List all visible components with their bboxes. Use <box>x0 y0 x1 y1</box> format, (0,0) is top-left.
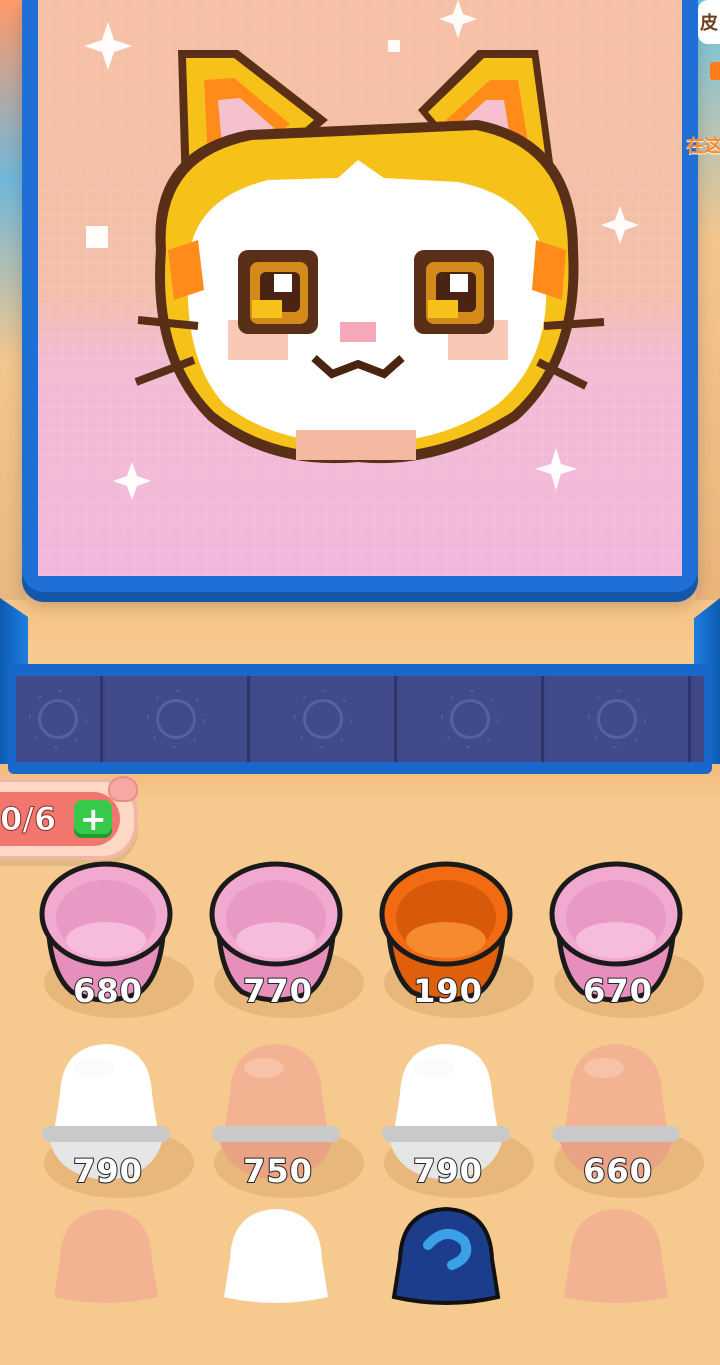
sun-icon <box>156 699 196 739</box>
bucket-capped: 790 <box>38 1040 194 1200</box>
pixel-art-canvas <box>38 0 682 576</box>
sun-icon <box>597 699 637 739</box>
bucket-grid: 680 770 190 670 790 750 790 660 <box>0 855 720 1305</box>
seashell-icon <box>108 776 138 802</box>
bucket-count: 190 <box>412 971 483 1011</box>
bucket-capped <box>208 1205 348 1365</box>
side-panel-indicator <box>710 62 720 80</box>
bucket-capped <box>38 1205 178 1365</box>
bucket-open[interactable]: 770 <box>208 860 364 1020</box>
conveyor-slot <box>546 676 691 762</box>
bucket-capped: 750 <box>208 1040 364 1200</box>
capacity-pill: 0/6 + <box>0 792 120 846</box>
bucket-open[interactable]: 670 <box>548 860 704 1020</box>
question-mark-bucket-icon <box>391 1206 501 1305</box>
cat-pixel-art <box>84 0 639 500</box>
bucket-open[interactable]: 680 <box>38 860 194 1020</box>
bucket-count: 770 <box>242 971 313 1011</box>
background-edge-right <box>696 0 720 600</box>
sun-icon <box>450 699 490 739</box>
add-capacity-button[interactable]: + <box>74 800 113 838</box>
bucket-count: 750 <box>242 1151 313 1191</box>
side-panel-badge[interactable]: 皮 <box>698 0 720 44</box>
conveyor-slot <box>105 676 250 762</box>
bucket-open[interactable]: 190 <box>378 860 534 1020</box>
bucket-count: 790 <box>72 1151 143 1191</box>
bucket-count: 660 <box>582 1151 653 1191</box>
bucket-mystery <box>378 1205 518 1365</box>
side-panel-hint[interactable]: 在这 <box>686 132 720 158</box>
conveyor-slot <box>252 676 397 762</box>
conveyor-slots <box>16 676 704 762</box>
conveyor-slot <box>399 676 544 762</box>
bucket-icon <box>54 1209 158 1303</box>
conveyor-slot <box>16 676 103 762</box>
bucket-count: 680 <box>72 971 143 1011</box>
bucket-count: 790 <box>412 1151 483 1191</box>
sun-icon <box>303 699 343 739</box>
conveyor-belt <box>8 664 712 774</box>
sun-icon <box>38 699 78 739</box>
bucket-icon <box>564 1209 668 1303</box>
bucket-capped: 660 <box>548 1040 704 1200</box>
capacity-text: 0/6 <box>0 800 57 839</box>
bucket-count: 670 <box>582 971 653 1011</box>
bucket-capped: 790 <box>378 1040 534 1200</box>
side-panel-badge-text: 皮 <box>700 13 718 34</box>
bucket-capped <box>548 1205 688 1365</box>
bucket-icon <box>224 1209 328 1303</box>
